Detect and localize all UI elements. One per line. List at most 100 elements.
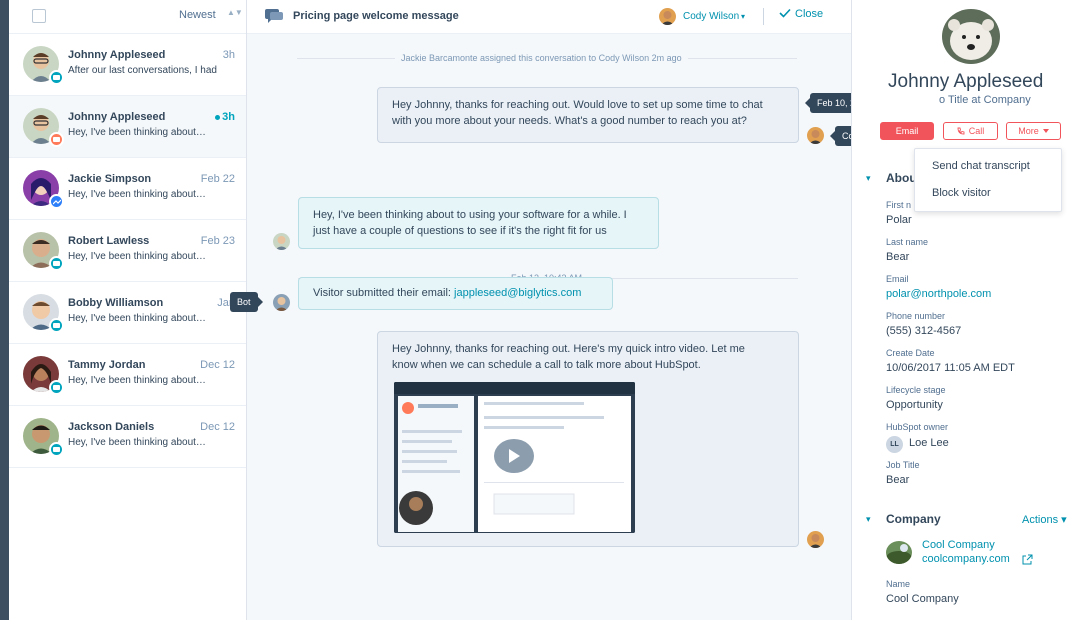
agent-avatar <box>807 127 824 144</box>
message-preview: Hey, I've been thinking about… <box>68 127 206 138</box>
owner-dropdown[interactable]: Cody Wilson <box>683 11 739 22</box>
chevron-down-icon[interactable]: ▾ <box>741 12 745 21</box>
conversation-row[interactable]: Johnny Appleseed 3h Hey, I've been think… <box>9 96 246 158</box>
actions-dropdown[interactable]: Actions ▾ <box>1022 513 1067 526</box>
owner-label: HubSpot owner <box>886 422 949 432</box>
conversation-row[interactable]: Johnny Appleseed 3h After our last conve… <box>9 34 246 96</box>
message-preview: Hey, I've been thinking about… <box>68 251 206 262</box>
contact-avatar <box>942 9 1000 64</box>
email-label: Email <box>886 274 909 284</box>
chat-channel-icon <box>49 70 64 85</box>
conversation-row[interactable]: Robert Lawless Feb 23 Hey, I've been thi… <box>9 220 246 282</box>
conversation-time: Dec 12 <box>200 359 235 371</box>
job-title-label: Job Title <box>886 460 920 470</box>
conversation-row[interactable]: Tammy Jordan Dec 12 Hey, I've been think… <box>9 344 246 406</box>
contact-sidebar: Johnny Appleseed o Title at Company Emai… <box>851 0 1074 620</box>
more-button[interactable]: More <box>1006 122 1061 140</box>
visitor-message: Hey, I've been thinking about to using y… <box>298 197 659 249</box>
close-label: Close <box>795 8 824 20</box>
chat-channel-icon <box>49 318 64 333</box>
message-preview: Hey, I've been thinking about… <box>68 437 206 448</box>
play-icon[interactable] <box>494 439 534 473</box>
message-preview: Hey, I've been thinking about… <box>68 313 206 324</box>
message-preview: Hey, I've been thinking about… <box>68 189 206 200</box>
bot-avatar <box>273 294 290 311</box>
more-button-label: More <box>1018 126 1039 136</box>
sort-caret-icon[interactable]: ▲▼ <box>227 9 243 17</box>
visitor-avatar <box>273 233 290 250</box>
list-header: Newest ▲▼ <box>9 0 246 34</box>
external-link-icon[interactable] <box>1022 554 1033 565</box>
job-title-value[interactable]: Bear <box>886 474 909 486</box>
phone-value[interactable]: (555) 312-4567 <box>886 325 961 337</box>
message-line: just have a couple of questions to see i… <box>313 225 607 237</box>
contact-name: Jackson Daniels <box>68 421 155 433</box>
conversation-time: Dec 12 <box>200 421 235 433</box>
email-button[interactable]: Email <box>880 122 934 140</box>
contact-name: Johnny Appleseed <box>68 49 166 61</box>
close-button[interactable]: Close <box>779 8 823 25</box>
company-logo <box>886 541 912 564</box>
conversation-time: 3h <box>222 111 235 123</box>
menu-item-block-visitor[interactable]: Block visitor <box>932 187 991 199</box>
chat-channel-icon <box>49 256 64 271</box>
conversation-row[interactable]: Jackson Daniels Dec 12 Hey, I've been th… <box>9 406 246 468</box>
company-name-value[interactable]: Cool Company <box>886 593 959 605</box>
email-button-label: Email <box>895 126 919 136</box>
chat-channel-icon <box>49 380 64 395</box>
last-name-label: Last name <box>886 237 929 247</box>
message-preview: Hey, I've been thinking about… <box>68 375 206 386</box>
phone-label: Phone number <box>886 311 946 321</box>
message-line: Hey Johnny, thanks for reaching out. Wou… <box>392 99 763 111</box>
collapse-chevron-icon[interactable]: ▾ <box>866 173 871 184</box>
contact-name: Johnny Appleseed <box>68 111 166 123</box>
about-section-heading[interactable]: Abou <box>886 171 917 185</box>
conversation-list: Newest ▲▼ Johnny Appleseed 3h After our … <box>9 0 247 620</box>
conversation-row[interactable]: Jackie Simpson Feb 22 Hey, I've been thi… <box>9 158 246 220</box>
actions-label: Actions <box>1022 514 1059 526</box>
company-url-link[interactable]: coolcompany.com <box>922 553 1010 565</box>
unread-dot-icon <box>215 115 220 120</box>
thread-header: Pricing page welcome message Cody Wilson… <box>247 0 851 34</box>
more-menu: Send chat transcript Block visitor <box>914 148 1062 212</box>
first-name-label: First n <box>886 200 912 210</box>
video-thumbnail[interactable] <box>394 382 635 533</box>
conversation-thread: Jackie Barcamonte assigned this conversa… <box>230 0 918 620</box>
owner-value[interactable]: Loe Lee <box>909 437 949 449</box>
check-icon <box>779 8 791 18</box>
collapse-chevron-icon[interactable]: ▾ <box>866 514 871 525</box>
last-name-value[interactable]: Bear <box>886 251 909 263</box>
message-line: with you more about your needs. What's a… <box>392 115 747 127</box>
note-text: Visitor submitted their email: <box>313 287 451 299</box>
conversation-time: Feb 22 <box>200 173 235 185</box>
contact-name: Bobby Williamson <box>68 297 164 309</box>
select-all-checkbox[interactable] <box>32 9 46 23</box>
sort-dropdown[interactable]: Newest <box>179 9 216 21</box>
messenger-channel-icon <box>49 194 64 209</box>
conversation-row[interactable]: Bobby Williamson Jan Hey, I've been thin… <box>9 282 246 344</box>
owner-avatar[interactable] <box>659 8 676 25</box>
bot-tooltip: Bot <box>230 292 262 312</box>
contact-job-title: o Title at Company <box>939 94 1031 106</box>
message-line: Hey Johnny, thanks for reaching out. Her… <box>392 343 745 355</box>
company-name-link[interactable]: Cool Company <box>922 539 995 551</box>
owner-initials-avatar: LL <box>886 436 903 453</box>
chevron-down-icon <box>1042 129 1049 133</box>
create-date-label: Create Date <box>886 348 935 358</box>
email-value[interactable]: polar@northpole.com <box>886 288 991 300</box>
message-line: Hey, I've been thinking about to using y… <box>313 209 627 221</box>
visitor-email-link[interactable]: jappleseed@biglytics.com <box>454 287 581 299</box>
contact-name: Robert Lawless <box>68 235 150 247</box>
chat-icon <box>265 9 283 23</box>
message-preview: After our last conversations, I had <box>68 65 217 76</box>
agent-video-message: Hey Johnny, thanks for reaching out. Her… <box>377 331 799 547</box>
thread-title: Pricing page welcome message <box>293 10 459 22</box>
chat-channel-icon <box>49 442 64 457</box>
lifecycle-stage-label: Lifecycle stage <box>886 385 946 395</box>
lifecycle-stage-value[interactable]: Opportunity <box>886 399 943 411</box>
first-name-value[interactable]: Polar <box>886 214 912 226</box>
assignment-note: Jackie Barcamonte assigned this conversa… <box>395 53 688 63</box>
menu-item-send-transcript[interactable]: Send chat transcript <box>932 160 1030 172</box>
company-section-heading[interactable]: Company <box>886 512 941 526</box>
call-button[interactable]: Call <box>943 122 998 140</box>
